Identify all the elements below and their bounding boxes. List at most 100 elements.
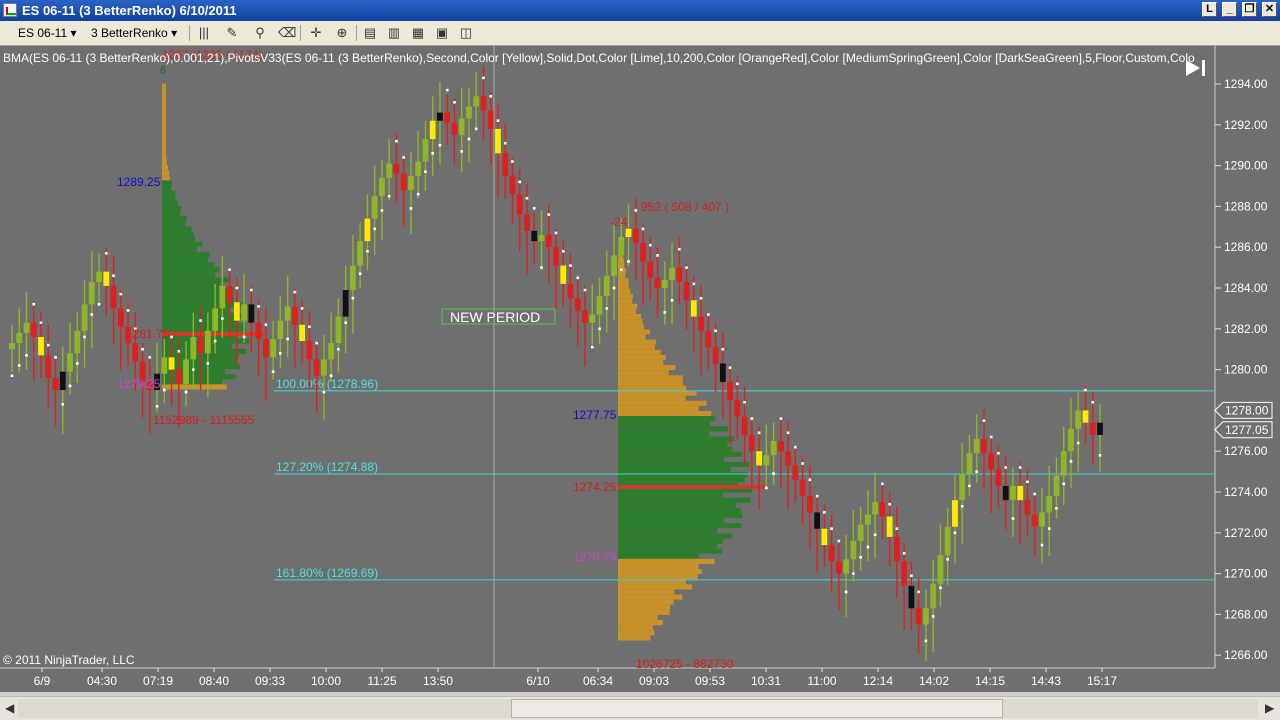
pencil-icon[interactable]: ✎	[224, 25, 240, 41]
bma-dot	[823, 511, 826, 514]
volume-bar	[618, 477, 745, 483]
window-titlebar[interactable]: ES 06-11 (3 BetterRenko) 6/10/2011 L _ ❐…	[0, 0, 1280, 21]
price-chart[interactable]: 100.00% (1278.96) 127.20% (1274.88) 161.80…	[0, 46, 1280, 692]
scroll-right-icon[interactable]: ▶	[1265, 701, 1274, 715]
y-tick-label: 1266.00	[1224, 648, 1268, 662]
indicators-icon[interactable]: ▤	[362, 25, 378, 41]
close-button[interactable]: ✕	[1262, 2, 1277, 17]
data-box-icon[interactable]: ▣	[434, 25, 450, 41]
vp2-top-volume-label: 952 ( 508 / 407 )	[641, 200, 729, 214]
candle-body	[923, 608, 929, 625]
bma-dot	[75, 362, 79, 365]
bma-dot	[1026, 480, 1029, 484]
candle-body	[335, 316, 342, 344]
vp2-volume-label: 1028725 - 882730	[636, 657, 734, 671]
candle-body	[408, 175, 414, 191]
bma-dot	[663, 311, 667, 314]
bma-dot	[163, 388, 166, 392]
bma-dot	[692, 282, 696, 286]
bma-dot	[997, 451, 1000, 455]
volume-bar	[162, 83, 166, 89]
volume-bar	[618, 324, 644, 330]
bma-dot	[126, 309, 130, 312]
bma-dot	[351, 296, 355, 300]
volume-bar	[618, 329, 650, 335]
candle-body	[204, 330, 211, 354]
crosshair-icon[interactable]: ✛	[308, 25, 324, 41]
bma-dot	[141, 347, 144, 351]
bma-dot	[1069, 460, 1073, 463]
candle-body	[567, 283, 574, 299]
candle-body	[473, 96, 480, 107]
candle-body	[1024, 500, 1031, 515]
vp2-top-delta-label: -24	[610, 215, 628, 229]
horizontal-scrollbar[interactable]: ◀ ▶	[0, 696, 1280, 720]
volume-bar	[618, 334, 646, 340]
candle-body	[466, 106, 472, 119]
period-selector[interactable]: 3 BetterRenko ▾	[91, 25, 177, 41]
candle-body	[52, 377, 59, 390]
scroll-track[interactable]	[18, 699, 1258, 718]
candle-body	[241, 304, 248, 321]
candle-body	[248, 304, 255, 323]
bma-dot	[728, 366, 732, 369]
bma-dot	[866, 545, 870, 549]
bar-style-icon[interactable]: |||	[196, 25, 212, 41]
toolbar-divider	[300, 25, 301, 41]
candle-body	[342, 290, 349, 317]
candle-body	[299, 324, 306, 342]
strategies-icon[interactable]: ▥	[386, 25, 402, 41]
scroll-left-icon[interactable]: ◀	[5, 701, 14, 715]
link-button[interactable]: L	[1202, 2, 1217, 17]
candle-body	[959, 473, 966, 501]
chart-panel[interactable]: 100.00% (1278.96) 127.20% (1274.88) 161.80…	[0, 46, 1280, 692]
bma-dot	[192, 368, 195, 371]
candle-body	[161, 357, 168, 374]
candle-body	[364, 218, 371, 242]
maximize-button[interactable]: ❐	[1242, 2, 1257, 17]
bma-dot	[895, 527, 899, 531]
candle-body	[320, 359, 327, 376]
x-tick-label: 10:31	[751, 674, 781, 688]
chart-properties-icon[interactable]: ▦	[410, 25, 426, 41]
candle-body	[640, 243, 646, 262]
volume-bar	[618, 558, 715, 564]
x-tick-label: 6/10	[526, 674, 550, 688]
zoom-icon[interactable]: ⊕	[334, 25, 350, 41]
bma-dot	[344, 321, 347, 324]
bma-dot	[496, 119, 500, 123]
volume-bar	[618, 405, 699, 411]
volume-profile-day1	[162, 83, 264, 390]
candle-body	[291, 306, 298, 325]
volume-bar	[618, 380, 684, 386]
volume-bar	[162, 190, 176, 196]
bma-dot	[431, 152, 434, 155]
candle-body	[197, 336, 204, 354]
volume-bar	[162, 88, 166, 94]
volume-bar	[162, 323, 246, 329]
volume-bar	[618, 523, 742, 529]
panel-layout-icon[interactable]: ◫	[458, 25, 474, 41]
bma-dot	[184, 390, 188, 394]
volume-bar	[162, 195, 176, 201]
scroll-thumb[interactable]	[511, 699, 1003, 718]
instrument-selector[interactable]: ES 06-11 ▾	[18, 25, 77, 41]
bma-dot	[678, 247, 681, 251]
candle-body	[596, 296, 603, 315]
vp1-low-label: 1279.25	[117, 377, 161, 391]
candle-body	[495, 128, 501, 154]
volume-bar	[618, 426, 728, 432]
pushpin-icon[interactable]: ⚲	[252, 25, 268, 41]
minimize-button[interactable]: _	[1222, 2, 1237, 17]
y-tick-label: 1276.00	[1224, 444, 1268, 458]
volume-bar	[618, 467, 731, 473]
eraser-icon[interactable]: ⌫	[278, 25, 296, 41]
fib-level-label: 127.20% (1274.88)	[276, 460, 378, 474]
volume-bar	[618, 528, 718, 534]
candle-body	[516, 194, 523, 215]
bma-dot	[119, 292, 123, 296]
bma-dot	[213, 339, 217, 343]
volume-bar	[162, 226, 192, 232]
scroll-to-end-icon[interactable]	[1186, 60, 1205, 76]
volume-bar	[618, 497, 751, 503]
